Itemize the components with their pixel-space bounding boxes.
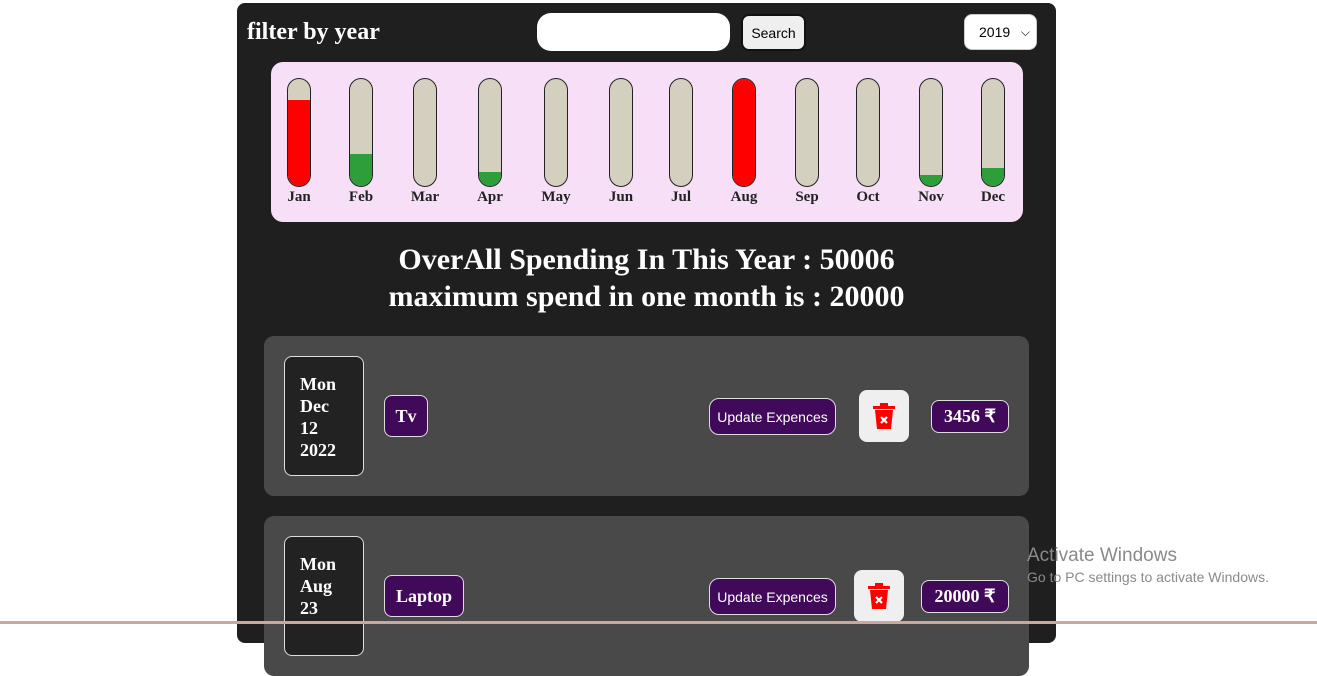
- month-bar-sep: Sep: [787, 78, 827, 206]
- expense-card: Mon Dec 12 2022 Tv Update Expences 3456 …: [264, 336, 1029, 496]
- month-label: Aug: [730, 189, 758, 205]
- expense-app: filter by year Search 2019 ⌵ Jan Feb Mar Ap…: [237, 3, 1056, 676]
- search-input[interactable]: [537, 13, 730, 51]
- month-label: Apr: [477, 189, 503, 205]
- month-bar-oct: Oct: [848, 78, 888, 206]
- date-number: 23: [300, 598, 318, 618]
- date-month: Aug: [300, 576, 333, 596]
- update-expense-button[interactable]: Update Expences: [709, 398, 836, 435]
- bar-track: [287, 78, 311, 187]
- date-number: 12: [300, 418, 318, 438]
- month-bar-jul: Jul: [661, 78, 701, 206]
- month-label: Jan: [287, 189, 311, 205]
- month-label: Jun: [608, 189, 634, 205]
- bar-fill: [350, 153, 372, 186]
- date-box: Mon Dec 12 2022: [284, 356, 364, 476]
- expense-amount: 3456 ₹: [931, 400, 1009, 433]
- bar-track: [732, 78, 756, 187]
- year-select-value: 2019: [979, 24, 1011, 40]
- bar-fill: [479, 172, 501, 186]
- trash-icon: [873, 403, 895, 429]
- bar-fill: [982, 167, 1004, 186]
- expense-amount: 20000 ₹: [921, 580, 1009, 613]
- bar-track: [856, 78, 880, 187]
- month-bar-feb: Feb: [341, 78, 381, 206]
- chevron-down-icon: ⌵: [1020, 24, 1030, 39]
- bar-track: [981, 78, 1005, 187]
- month-label: May: [541, 189, 571, 205]
- year-select[interactable]: 2019 ⌵: [964, 14, 1037, 50]
- date-box: Mon Aug 23: [284, 536, 364, 656]
- month-bar-may: May: [536, 78, 576, 206]
- month-label: Oct: [856, 189, 880, 205]
- date-year: 2022: [300, 440, 336, 460]
- bar-track: [669, 78, 693, 187]
- bar-fill: [920, 175, 942, 186]
- month-bar-mar: Mar: [405, 78, 445, 206]
- bar-track: [795, 78, 819, 187]
- bar-fill: [733, 79, 755, 186]
- month-bar-jan: Jan: [279, 78, 319, 206]
- bar-track: [609, 78, 633, 187]
- search-button[interactable]: Search: [741, 14, 806, 51]
- date-month: Dec: [300, 396, 329, 416]
- bar-track: [544, 78, 568, 187]
- filter-title: filter by year: [247, 19, 380, 45]
- date-day: Mon: [300, 554, 336, 574]
- bar-track: [413, 78, 437, 187]
- watermark-title: Activate Windows: [1027, 545, 1177, 566]
- month-bar-jun: Jun: [601, 78, 641, 206]
- month-label: Feb: [348, 189, 374, 205]
- month-bar-nov: Nov: [911, 78, 951, 206]
- monthly-chart: Jan Feb Mar Apr May Jun Jul Aug Sep Oct Nov Dec: [271, 62, 1023, 222]
- month-label: Jul: [670, 189, 691, 205]
- expense-title: Laptop: [384, 575, 464, 617]
- bar-track: [478, 78, 502, 187]
- expense-card: Mon Aug 23 Laptop Update Expences 20000 …: [264, 516, 1029, 676]
- overall-spending: OverAll Spending In This Year : 50006: [398, 243, 895, 276]
- month-bar-apr: Apr: [470, 78, 510, 206]
- bar-fill: [288, 100, 310, 186]
- month-bar-aug: Aug: [724, 78, 764, 206]
- delete-button[interactable]: [859, 390, 909, 442]
- month-label: Nov: [918, 189, 944, 205]
- watermark-subtitle: Go to PC settings to activate Windows.: [1027, 569, 1269, 585]
- month-label: Dec: [980, 189, 1006, 205]
- update-expense-button[interactable]: Update Expences: [709, 578, 836, 615]
- trash-icon: [868, 583, 890, 609]
- date-day: Mon: [300, 374, 336, 394]
- max-spending: maximum spend in one month is : 20000: [388, 280, 905, 313]
- month-label: Mar: [410, 189, 440, 205]
- bar-track: [349, 78, 373, 187]
- month-bar-dec: Dec: [973, 78, 1013, 206]
- expense-title: Tv: [384, 395, 428, 437]
- delete-button[interactable]: [854, 570, 904, 622]
- month-label: Sep: [795, 189, 819, 205]
- bar-track: [919, 78, 943, 187]
- activate-windows-watermark: Activate Windows Go to PC settings to ac…: [1027, 545, 1269, 585]
